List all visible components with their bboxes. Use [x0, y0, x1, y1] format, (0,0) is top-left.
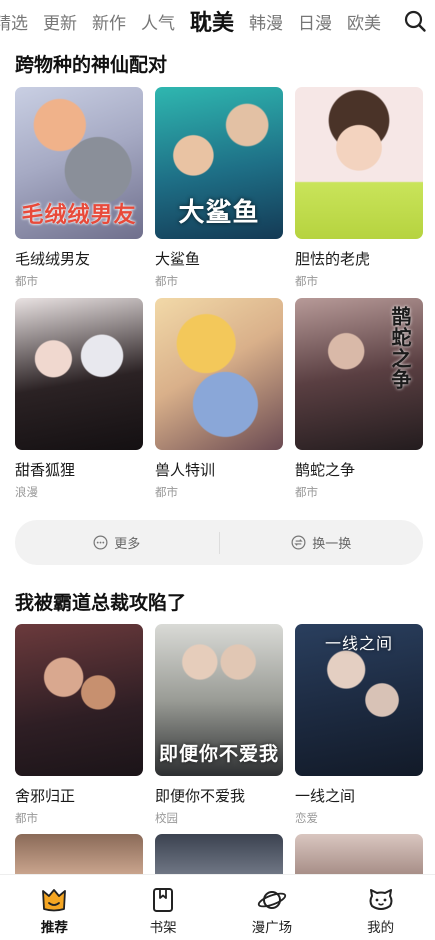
comic-card[interactable]: 胆怯的老虎 都市 [295, 87, 423, 288]
comic-title: 即便你不爱我 [155, 787, 246, 805]
bookshelf-icon [153, 888, 174, 912]
nav-recommend[interactable]: 推荐 [0, 875, 109, 940]
more-icon [93, 535, 108, 550]
comic-genre: 都市 [155, 274, 178, 288]
cover-title-text: 毛绒绒男友 [21, 203, 137, 228]
comic-cover[interactable] [155, 834, 283, 874]
nav-plaza[interactable]: 漫广场 [218, 875, 327, 940]
comic-cover[interactable] [15, 834, 143, 874]
tab-bl[interactable]: 耽美 [190, 5, 234, 37]
tab-popular[interactable]: 人气 [141, 9, 175, 34]
cover-title-text: 大鲨鱼 [178, 198, 260, 228]
cover-title-text: 即便你不爱我 [158, 743, 279, 765]
tab-japanese[interactable]: 日漫 [298, 9, 332, 34]
comic-card[interactable]: 兽人特训 都市 [155, 298, 283, 499]
comic-title: 毛绒绒男友 [15, 250, 91, 268]
tab-featured[interactable]: 精选 [0, 9, 28, 34]
next-row-peek [15, 834, 423, 874]
planet-icon [257, 891, 287, 909]
comic-genre: 恋爱 [295, 811, 318, 825]
comic-card[interactable]: 一线之间 一线之间 恋爱 [295, 624, 423, 825]
comic-genre: 都市 [295, 485, 318, 499]
comic-genre: 都市 [295, 274, 318, 288]
comic-title: 舍邪归正 [15, 787, 76, 805]
profile-icon [369, 889, 393, 910]
nav-bookshelf[interactable]: 书架 [109, 875, 218, 940]
comic-title: 胆怯的老虎 [295, 250, 371, 268]
comic-title: 大鲨鱼 [155, 250, 201, 268]
recommend-icon [42, 889, 67, 912]
nav-label: 书架 [149, 920, 177, 936]
comic-card[interactable]: 毛绒绒男友 毛绒绒男友 都市 [15, 87, 143, 288]
comic-grid: 毛绒绒男友 毛绒绒男友 都市 大鲨鱼 大鲨鱼 都市 胆怯的老虎 都市 甜香狐狸 … [15, 87, 423, 499]
more-button[interactable]: 更多 [15, 520, 219, 565]
cover-title-text: 一线之间 [324, 634, 393, 653]
bottom-nav: 推荐 书架 漫广场 我的 [0, 874, 435, 940]
tab-korean[interactable]: 韩漫 [249, 9, 283, 34]
more-shuffle-bar: 更多 换一换 [15, 520, 423, 565]
comic-cover [15, 624, 143, 776]
comic-cover: 大鲨鱼 [155, 87, 283, 239]
comic-genre: 校园 [155, 811, 178, 825]
section-title: 我被霸道总裁攻陷了 [15, 592, 187, 614]
tab-updates[interactable]: 更新 [43, 9, 77, 34]
comic-cover: 即便你不爱我 [155, 624, 283, 776]
shuffle-label: 换一换 [312, 537, 352, 552]
comic-card[interactable]: 鹊蛇之争 鹊蛇之争 都市 [295, 298, 423, 499]
comic-title: 鹊蛇之争 [295, 461, 356, 479]
comic-genre: 都市 [15, 811, 38, 825]
cover-title-text: 鹊蛇之争 [388, 306, 412, 390]
section-title: 跨物种的神仙配对 [15, 54, 168, 76]
comic-cover [295, 87, 423, 239]
comic-genre: 浪漫 [15, 485, 38, 499]
comic-title: 一线之间 [295, 787, 356, 805]
tab-new[interactable]: 新作 [92, 9, 126, 34]
comic-genre: 都市 [155, 485, 178, 499]
comic-cover [155, 298, 283, 450]
comic-genre: 都市 [15, 274, 38, 288]
nav-label: 漫广场 [251, 920, 293, 936]
search-icon[interactable] [403, 9, 427, 33]
category-tabs: 精选 更新 新作 人气 耽美 韩漫 日漫 欧美 [0, 0, 435, 42]
shuffle-button[interactable]: 换一换 [220, 520, 424, 565]
comic-title: 甜香狐狸 [15, 461, 76, 479]
tab-western[interactable]: 欧美 [347, 9, 381, 34]
comic-card[interactable]: 即便你不爱我 即便你不爱我 校园 [155, 624, 283, 825]
comic-grid: 舍邪归正 都市 即便你不爱我 即便你不爱我 校园 一线之间 一线之间 恋爱 [15, 624, 423, 825]
comic-cover[interactable] [295, 834, 423, 874]
comic-card[interactable]: 大鲨鱼 大鲨鱼 都市 [155, 87, 283, 288]
comic-cover: 毛绒绒男友 [15, 87, 143, 239]
comic-title: 兽人特训 [155, 461, 216, 479]
nav-profile[interactable]: 我的 [326, 875, 435, 940]
comic-cover [15, 298, 143, 450]
nav-label: 推荐 [40, 920, 68, 936]
comic-cover: 鹊蛇之争 [295, 298, 423, 450]
more-label: 更多 [114, 537, 141, 552]
nav-label: 我的 [367, 920, 395, 936]
shuffle-icon [291, 535, 306, 550]
comic-card[interactable]: 甜香狐狸 浪漫 [15, 298, 143, 499]
comic-card[interactable]: 舍邪归正 都市 [15, 624, 143, 825]
comic-cover: 一线之间 [295, 624, 423, 776]
